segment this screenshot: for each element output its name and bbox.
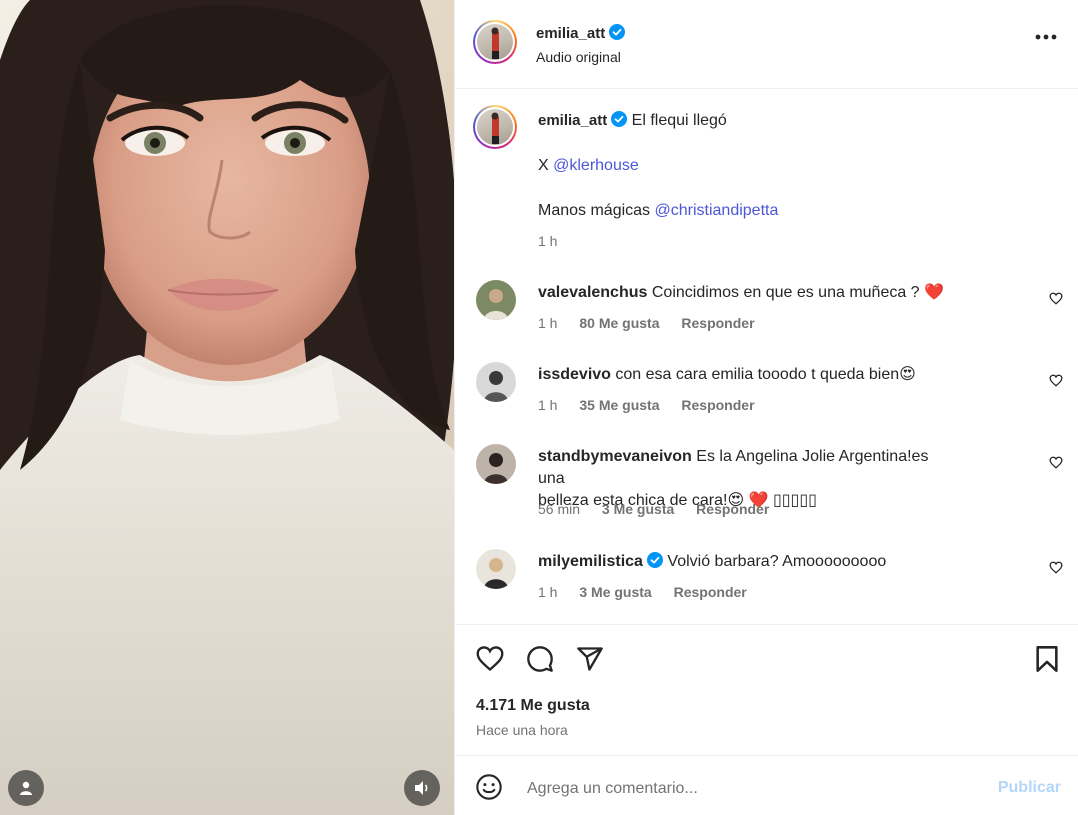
verified-icon	[611, 111, 628, 127]
reply-button[interactable]: Responder	[681, 397, 754, 413]
heart-eyes-emoji: 😍	[899, 366, 916, 383]
comment-meta: 1 h 3 Me gusta Responder	[538, 584, 765, 600]
commenter-username[interactable]: standbymevaneivon	[538, 448, 692, 465]
comment-meta: 56 min 3 Me gusta Responder	[538, 501, 787, 517]
caption-prefix: Manos mágicas	[538, 202, 651, 219]
comment-body: Coincidimos en que es una muñeca ?	[651, 284, 925, 301]
commenter-avatar[interactable]	[476, 549, 516, 589]
comment-composer: Publicar	[455, 755, 1078, 815]
comment-likes[interactable]: 3 Me gusta	[579, 584, 651, 600]
caption-avatar[interactable]	[473, 105, 517, 149]
avatar-image	[476, 362, 516, 402]
caption-line-3: Manos mágicas @christiandipetta	[538, 202, 778, 220]
share-icon[interactable]	[576, 645, 604, 673]
caption-line-1: emilia_att El flequi llegó	[538, 111, 727, 130]
heart-icon[interactable]	[1049, 374, 1063, 387]
post-sidebar: emilia_att Audio original emilia_att El …	[454, 0, 1078, 815]
more-icon[interactable]	[1035, 34, 1057, 40]
comment-body: Volvió barbara? Amooooooooo	[667, 553, 887, 570]
comment-icon[interactable]	[526, 645, 554, 673]
post-actions: 4.171 Me gusta Hace una hora	[455, 624, 1078, 754]
publish-button[interactable]: Publicar	[998, 779, 1061, 797]
verified-icon	[609, 24, 626, 40]
speaker-icon	[415, 781, 428, 795]
caption-prefix: X	[538, 157, 549, 174]
comment-time: 56 min	[538, 501, 581, 517]
comment-time: 1 h	[538, 584, 558, 600]
post-photo	[0, 0, 454, 815]
commenter-username[interactable]: issdevivo	[538, 366, 611, 383]
commenter-avatar[interactable]	[476, 280, 516, 320]
post-time: Hace una hora	[476, 722, 568, 738]
author-avatar[interactable]	[473, 20, 517, 64]
reply-button[interactable]: Responder	[681, 315, 754, 331]
avatar-image	[491, 112, 499, 144]
user-icon	[20, 781, 32, 795]
commenter-avatar[interactable]	[476, 444, 516, 484]
audio-label[interactable]: Audio original	[536, 49, 621, 65]
heart-icon[interactable]	[475, 645, 505, 672]
comment-time: 1 h	[538, 397, 558, 413]
bookmark-icon[interactable]	[1035, 645, 1059, 673]
commenter-avatar[interactable]	[476, 362, 516, 402]
commenter-username[interactable]: valevalenchus	[538, 284, 647, 301]
tagged-users-button[interactable]	[8, 770, 44, 806]
avatar-image	[476, 444, 516, 484]
comment-meta: 1 h 35 Me gusta Responder	[538, 397, 773, 413]
likes-count[interactable]: 4.171 Me gusta	[476, 697, 590, 715]
comment-text: milyemilistica Volvió barbara? Amooooooo…	[538, 551, 886, 573]
comment-meta: 1 h 80 Me gusta Responder	[538, 315, 773, 331]
caption-line-2: X @klerhouse	[538, 157, 639, 175]
commenter-username[interactable]: milyemilistica	[538, 553, 643, 570]
heart-icon[interactable]	[1049, 561, 1063, 574]
caption-username[interactable]: emilia_att	[538, 112, 607, 129]
heart-icon[interactable]	[1049, 292, 1063, 305]
reply-button[interactable]: Responder	[696, 501, 769, 517]
audio-toggle-button[interactable]	[404, 770, 440, 806]
caption-time: 1 h	[538, 233, 558, 249]
mention-link[interactable]: @klerhouse	[553, 157, 639, 174]
author-username-text[interactable]: emilia_att	[536, 25, 605, 42]
emoji-icon[interactable]	[475, 773, 503, 801]
caption-text: El flequi llegó	[631, 112, 727, 129]
mention-link[interactable]: @christiandipetta	[655, 202, 779, 219]
comment-likes[interactable]: 35 Me gusta	[579, 397, 659, 413]
heart-icon[interactable]	[1049, 456, 1063, 469]
avatar-image	[491, 27, 499, 59]
post-media[interactable]	[0, 0, 454, 815]
avatar-image	[476, 549, 516, 589]
heart-emoji: ❤️	[924, 284, 944, 301]
comment-text: issdevivo con esa cara emilia tooodo t q…	[538, 364, 916, 386]
comment-input[interactable]	[525, 774, 969, 804]
comment-likes[interactable]: 80 Me gusta	[579, 315, 659, 331]
verified-icon	[646, 552, 663, 568]
post-header: emilia_att Audio original	[455, 0, 1078, 89]
comment-time: 1 h	[538, 315, 558, 331]
comment-text: valevalenchus Coincidimos en que es una …	[538, 282, 944, 304]
comment-likes[interactable]: 3 Me gusta	[602, 501, 674, 517]
comment-body: con esa cara emilia tooodo t queda bien	[615, 366, 900, 383]
reply-button[interactable]: Responder	[674, 584, 747, 600]
author-username[interactable]: emilia_att	[536, 24, 626, 42]
avatar-image	[476, 280, 516, 320]
